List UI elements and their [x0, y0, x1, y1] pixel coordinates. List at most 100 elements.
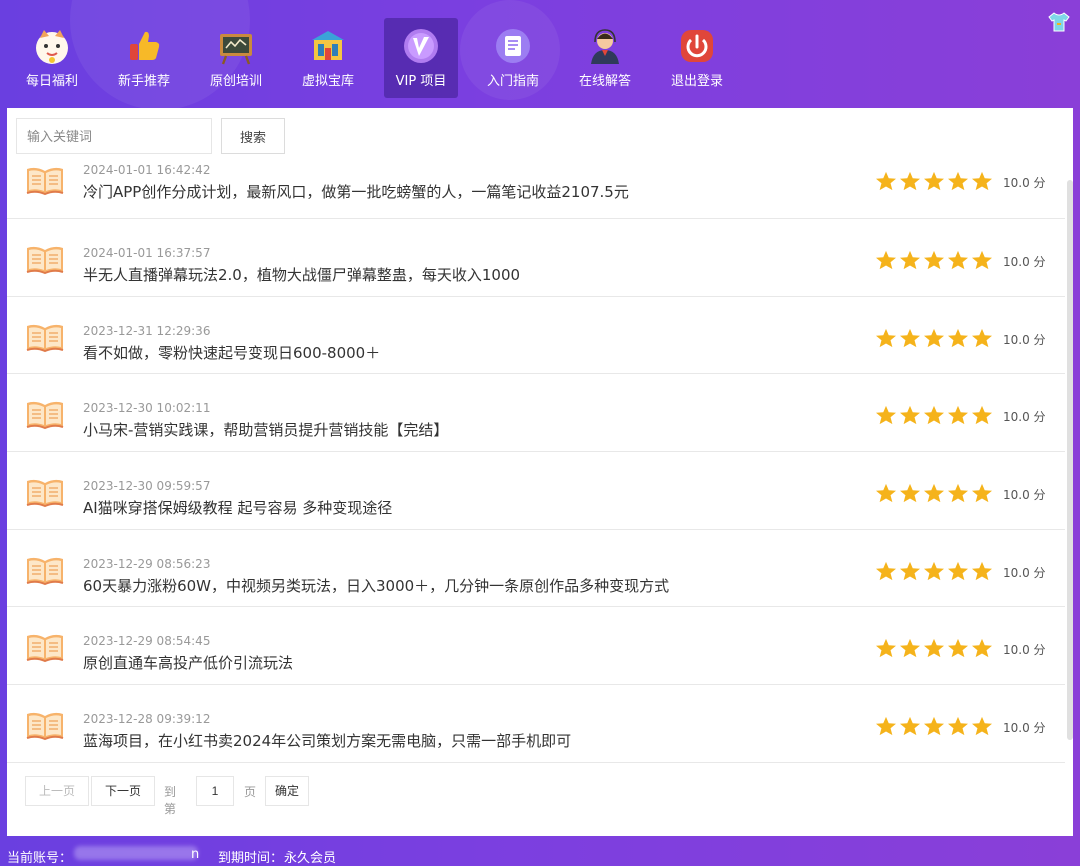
star-icon: [947, 561, 969, 581]
list-item[interactable]: 2024-01-01 16:37:57 半无人直播弹幕玩法2.0，植物大战僵尸弹幕…: [7, 219, 1065, 297]
nav-item-online-answers[interactable]: 在线解答: [568, 18, 642, 98]
rating-stars: [875, 561, 995, 581]
page-number-input[interactable]: [196, 776, 234, 806]
nav-item-beginner-recommend[interactable]: 新手推荐: [107, 18, 181, 98]
item-title-link[interactable]: 原创直通车高投产低价引流玩法: [83, 652, 293, 673]
star-icon: [923, 483, 945, 503]
item-score: 10.0 分: [1003, 721, 1046, 736]
star-icon: [875, 716, 897, 736]
item-score: 10.0 分: [1003, 565, 1046, 580]
item-title-link[interactable]: AI猫咪穿搭保姆级教程 起号容易 多种变现途径: [83, 497, 392, 518]
star-icon: [875, 561, 897, 581]
treasure-building-icon: [308, 26, 348, 66]
item-timestamp: 2023-12-29 08:56:23: [83, 556, 211, 571]
rating-stars: [875, 171, 995, 191]
item-title-link[interactable]: 蓝海项目，在小红书卖2024年公司策划方案无需电脑，只需一部手机即可: [83, 730, 571, 751]
star-icon: [923, 405, 945, 425]
item-timestamp: 2023-12-30 09:59:57: [83, 479, 211, 494]
book-icon: [25, 556, 65, 586]
star-icon: [899, 483, 921, 503]
item-timestamp: 2023-12-29 08:54:45: [83, 634, 211, 649]
support-agent-icon: [585, 26, 625, 66]
list-item[interactable]: 2024-01-01 16:42:42 冷门APP创作分成计划，最新风口，做第一批…: [7, 150, 1065, 219]
star-icon: [899, 328, 921, 348]
thumbs-up-icon: [124, 26, 164, 66]
top-nav: 每日福利 新手推荐 原创培训 虚拟宝库 VIP 项目 入门指南 在线解答 退出登…: [0, 0, 1080, 108]
star-icon: [923, 328, 945, 348]
goto-suffix: 页: [244, 785, 257, 799]
item-score: 10.0 分: [1003, 332, 1046, 347]
nav-label: 退出登录: [670, 74, 723, 89]
item-title-link[interactable]: 小马宋-营销实践课，帮助营销员提升营销技能【完结】: [83, 419, 448, 440]
tshirt-icon[interactable]: [1048, 12, 1070, 32]
book-icon: [25, 711, 65, 741]
rating-stars: [875, 638, 995, 658]
next-page-button[interactable]: 下一页: [91, 776, 155, 806]
nav-label: 入门指南: [486, 74, 539, 89]
star-icon: [923, 561, 945, 581]
rating-stars: [875, 483, 995, 503]
book-icon: [25, 245, 65, 275]
star-icon: [947, 405, 969, 425]
item-score: 10.0 分: [1003, 488, 1046, 503]
star-icon: [971, 250, 993, 270]
content-panel: 搜索 2024-01-01 16:42:42 冷门APP创作分成计划，最新风口，做…: [7, 108, 1073, 836]
rating-stars: [875, 405, 995, 425]
footer: 当前账号： n 到期时间： 永久会员: [0, 836, 1080, 866]
list-item[interactable]: 2023-12-29 08:54:45 原创直通车高投产低价引流玩法 10.0 分: [7, 607, 1065, 686]
item-timestamp: 2024-01-01 16:37:57: [83, 246, 211, 260]
rating-stars: [875, 250, 995, 270]
list-item[interactable]: 2023-12-31 12:29:36 看不如做，零粉快速起号变现日600-800…: [7, 297, 1065, 375]
list-item[interactable]: 2023-12-30 09:59:57 AI猫咪穿搭保姆级教程 起号容易 多种变现…: [7, 452, 1065, 530]
goto-prefix: 到第: [164, 785, 177, 816]
nav-item-getting-started[interactable]: 入门指南: [476, 18, 550, 98]
search-button[interactable]: 搜索: [221, 118, 285, 154]
account-label: 当前账号：: [7, 851, 73, 866]
star-icon: [971, 483, 993, 503]
list-item[interactable]: 2023-12-29 08:56:23 60天暴力涨粉60W，中视频另类玩法，日入…: [7, 530, 1065, 608]
document-icon: [493, 26, 533, 66]
star-icon: [899, 171, 921, 191]
nav-item-original-training[interactable]: 原创培训: [199, 18, 273, 98]
star-icon: [947, 250, 969, 270]
item-title-link[interactable]: 冷门APP创作分成计划，最新风口，做第一批吃螃蟹的人，一篇笔记收益2107.5元: [83, 181, 629, 202]
star-icon: [875, 405, 897, 425]
item-title-link[interactable]: 半无人直播弹幕玩法2.0，植物大战僵尸弹幕整蛊，每天收入1000: [83, 264, 520, 285]
star-icon: [875, 171, 897, 191]
star-icon: [923, 171, 945, 191]
project-list: 2024-01-01 16:42:42 冷门APP创作分成计划，最新风口，做第一批…: [7, 150, 1065, 763]
item-title-link[interactable]: 看不如做，零粉快速起号变现日600-8000＋: [83, 342, 380, 363]
prev-page-button[interactable]: 上一页: [25, 776, 89, 806]
list-item[interactable]: 2023-12-30 10:02:11 小马宋-营销实践课，帮助营销员提升营销技能…: [7, 374, 1065, 453]
star-icon: [947, 716, 969, 736]
book-icon: [25, 478, 65, 508]
book-icon: [25, 323, 65, 353]
book-icon: [25, 400, 65, 430]
vip-badge-icon: [401, 26, 441, 66]
list-item[interactable]: 2023-12-28 09:39:12 蓝海项目，在小红书卖2024年公司策划方案…: [7, 685, 1065, 763]
confirm-page-button[interactable]: 确定: [265, 776, 309, 806]
nav-label: VIP 项目: [395, 74, 447, 89]
star-icon: [875, 328, 897, 348]
star-icon: [971, 561, 993, 581]
nav-item-vip-projects[interactable]: VIP 项目: [384, 18, 458, 98]
star-icon: [923, 716, 945, 736]
scrollbar[interactable]: [1067, 180, 1073, 740]
nav-item-logout[interactable]: 退出登录: [660, 18, 734, 98]
item-score: 10.0 分: [1003, 176, 1046, 190]
book-icon: [25, 166, 65, 196]
star-icon: [947, 638, 969, 658]
star-icon: [947, 483, 969, 503]
star-icon: [899, 561, 921, 581]
search-input[interactable]: [16, 118, 212, 154]
nav-item-daily-benefits[interactable]: 每日福利: [15, 18, 89, 98]
item-timestamp: 2024-01-01 16:42:42: [83, 163, 211, 177]
item-timestamp: 2023-12-30 10:02:11: [83, 401, 211, 416]
item-title-link[interactable]: 60天暴力涨粉60W，中视频另类玩法，日入3000＋，几分钟一条原创作品多种变现…: [83, 575, 669, 596]
star-icon: [947, 171, 969, 191]
star-icon: [899, 250, 921, 270]
account-redacted: [74, 846, 198, 860]
item-score: 10.0 分: [1003, 643, 1046, 658]
nav-item-virtual-treasury[interactable]: 虚拟宝库: [291, 18, 365, 98]
star-icon: [875, 483, 897, 503]
